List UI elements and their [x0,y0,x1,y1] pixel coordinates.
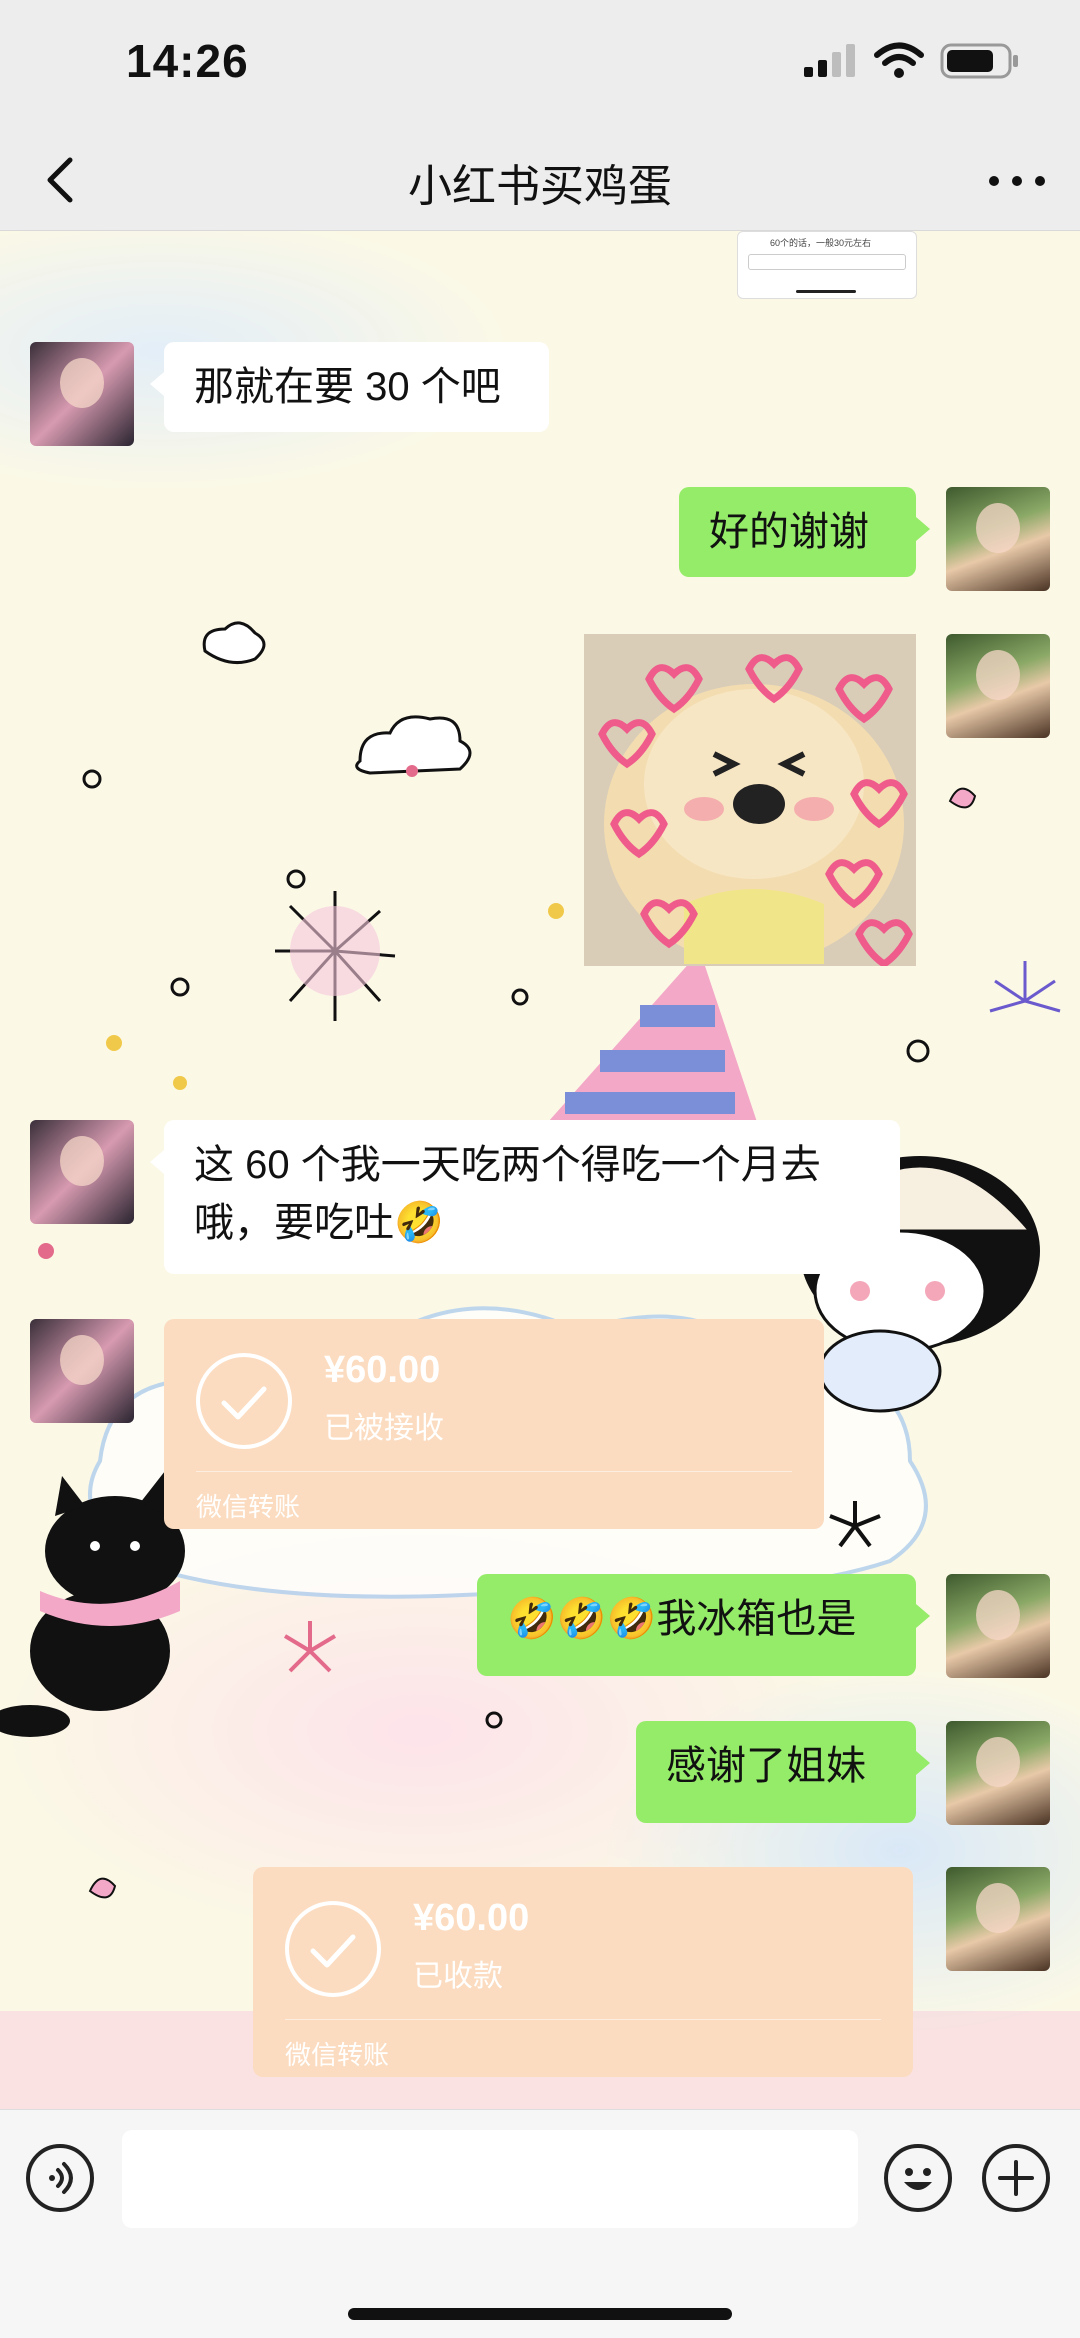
transfer-footer: 微信转账 [196,1492,301,1522]
more-dots-icon[interactable] [982,156,1052,206]
divider [285,2019,881,2020]
quoted-image-preview[interactable]: 60个的话，一般30元左右 [737,231,917,299]
chat-area[interactable]: 60个的话，一般30元左右 那就在要 30 个吧 好的谢谢 这 60 个我一天吃… [0,231,1080,2109]
quoted-preview-bar [796,290,856,293]
transfer-footer: 微信转账 [285,2040,390,2070]
avatar[interactable] [946,1721,1050,1825]
message-text-line: 这 60 个我一天吃两个得吃一个月去 [194,1143,821,1187]
message-input[interactable] [122,2130,858,2228]
avatar[interactable] [30,1319,134,1423]
status-bar: 14:26 [0,0,1080,130]
message-text: 我冰箱也是 [656,1597,857,1641]
puppy-icon [584,634,916,966]
signal-icon [804,44,855,77]
transfer-amount: ¥60.00 [413,1897,530,1939]
message-text-line: 哦，要吃吐 [194,1201,394,1245]
emoji-icon[interactable] [884,2144,952,2212]
check-circle-icon [196,1353,292,1449]
message-bubble[interactable]: 感谢了姐妹 [636,1721,930,1823]
avatar[interactable] [30,1120,134,1224]
battery-icon [940,43,1018,79]
input-bar [0,2109,1080,2338]
divider [196,1471,792,1472]
message-bubble[interactable]: 🤣🤣🤣我冰箱也是 [477,1574,930,1676]
avatar[interactable] [30,342,134,446]
plus-icon[interactable] [982,2144,1050,2212]
message-bubble[interactable]: 这 60 个我一天吃两个得吃一个月去 哦，要吃吐🤣 [150,1120,900,1274]
voice-icon[interactable] [26,2144,94,2212]
puppy-with-hearts-sticker[interactable] [584,634,916,966]
laughing-crying-emoji: 🤣 [394,1201,444,1245]
transfer-amount: ¥60.00 [324,1349,441,1391]
transfer-status: 已被接收 [324,1412,444,1445]
laughing-crying-emoji: 🤣🤣🤣 [507,1597,657,1641]
home-indicator [348,2308,732,2320]
message-bubble[interactable]: 好的谢谢 [679,487,930,577]
quoted-preview-input [748,254,906,270]
nav-bar: 小红书买鸡蛋 [0,130,1080,231]
wifi-icon [874,42,924,78]
avatar[interactable] [946,1867,1050,1971]
transfer-card[interactable]: ¥60.00 已被接收 微信转账 [164,1319,824,1529]
message-bubble[interactable]: 那就在要 30 个吧 [150,342,549,432]
quoted-preview-text: 60个的话，一般30元左右 [770,238,872,248]
chat-title: 小红书买鸡蛋 [408,162,672,211]
transfer-card[interactable]: ¥60.00 已收款 微信转账 [253,1867,913,2077]
transfer-status: 已收款 [413,1960,503,1993]
avatar[interactable] [946,634,1050,738]
avatar[interactable] [946,1574,1050,1678]
avatar[interactable] [946,487,1050,591]
status-time: 14:26 [126,35,249,87]
status-icons [802,42,1020,80]
check-circle-icon [285,1901,381,1997]
